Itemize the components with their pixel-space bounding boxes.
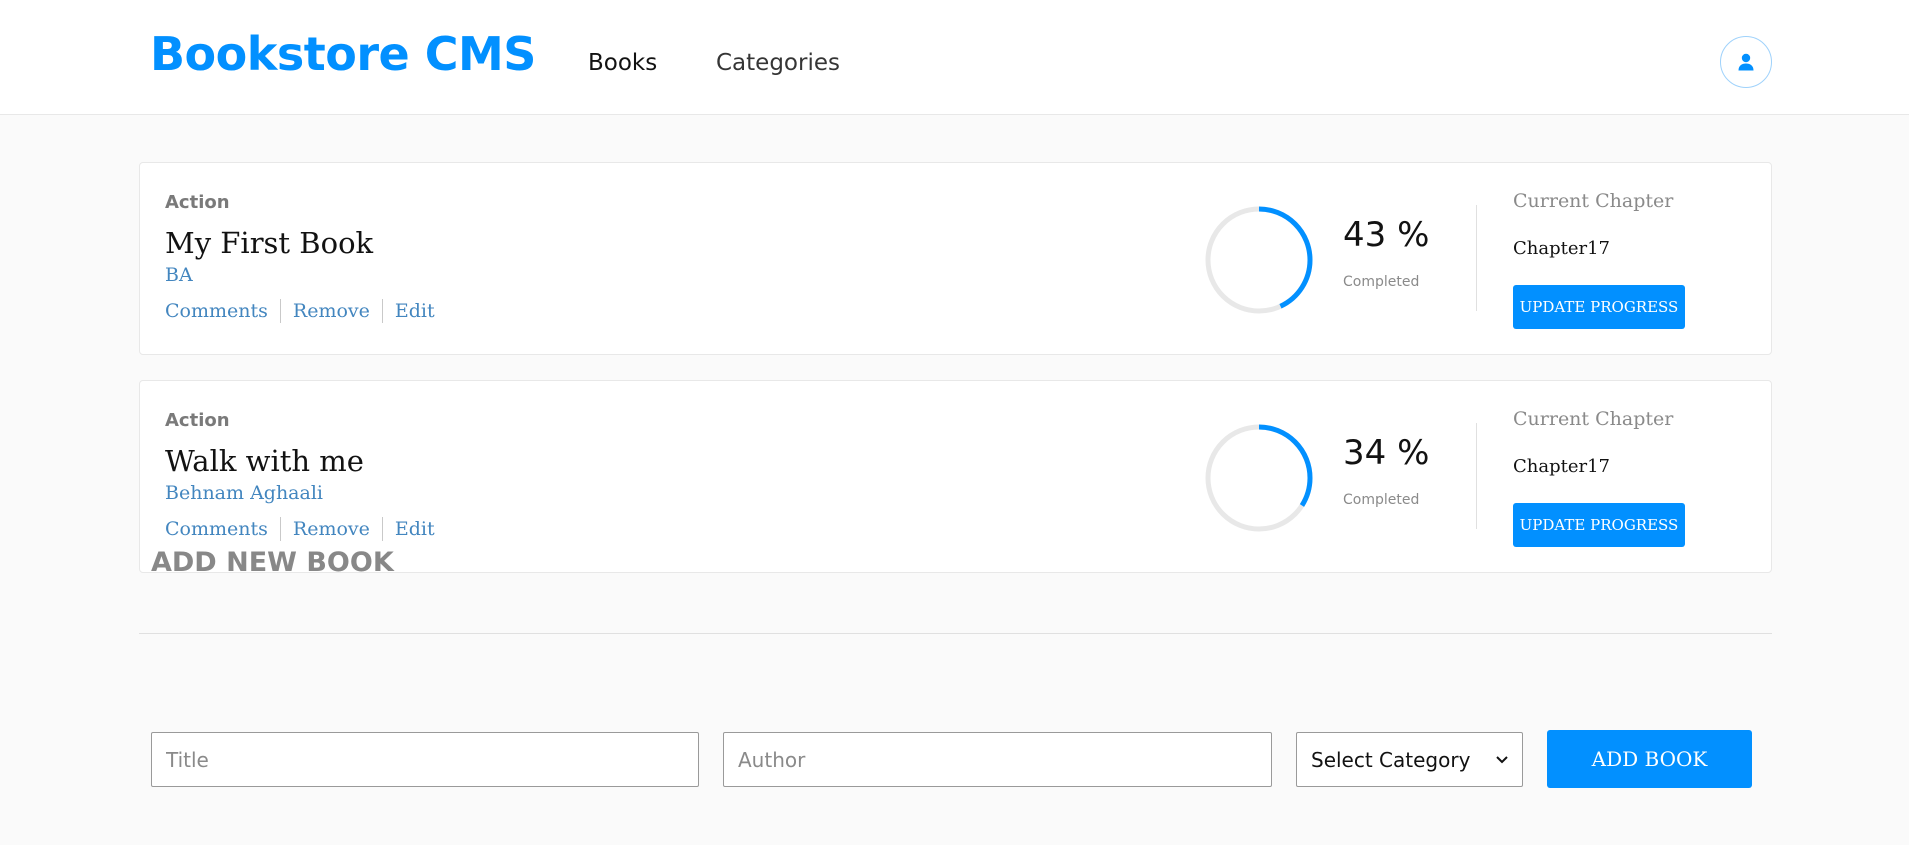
remove-button[interactable]: Remove (279, 517, 382, 541)
nav-books-link[interactable]: Books (588, 46, 657, 80)
progress-ring (1205, 424, 1313, 532)
book-card: Action My First Book BA Comments Remove … (139, 162, 1772, 355)
current-chapter-value: Chapter17 (1513, 238, 1611, 259)
book-author[interactable]: Behnam Aghaali (165, 481, 323, 505)
bookstore-page: Bookstore CMS Books Categories Action My… (0, 0, 1909, 853)
card-divider (1476, 423, 1477, 529)
update-progress-button[interactable]: UPDATE PROGRESS (1513, 503, 1685, 547)
book-genre: Action (165, 410, 230, 431)
book-title: Walk with me (165, 444, 364, 478)
comments-button[interactable]: Comments (165, 299, 280, 323)
comments-button[interactable]: Comments (165, 517, 280, 541)
completed-label: Completed (1343, 274, 1420, 290)
book-title: My First Book (165, 226, 374, 260)
add-book-button[interactable]: ADD BOOK (1547, 730, 1752, 788)
current-chapter-label: Current Chapter (1513, 190, 1674, 212)
progress-ring (1205, 206, 1313, 314)
add-book-heading: ADD NEW BOOK (151, 547, 394, 578)
current-chapter-label: Current Chapter (1513, 408, 1674, 430)
profile-button[interactable] (1720, 36, 1772, 88)
user-icon (1738, 53, 1754, 71)
author-input[interactable] (723, 732, 1272, 787)
edit-button[interactable]: Edit (381, 299, 447, 323)
section-divider (139, 633, 1772, 634)
header: Bookstore CMS Books Categories (0, 0, 1909, 115)
book-actions: Comments Remove Edit (165, 299, 447, 323)
book-genre: Action (165, 192, 230, 213)
chevron-down-icon (1496, 755, 1508, 763)
category-select-value: Select Category (1311, 747, 1471, 772)
nav-categories-link[interactable]: Categories (716, 46, 840, 80)
progress-percent: 43 % (1343, 215, 1430, 255)
card-divider (1476, 205, 1477, 311)
current-chapter-value: Chapter17 (1513, 456, 1611, 477)
remove-button[interactable]: Remove (279, 299, 382, 323)
book-actions: Comments Remove Edit (165, 517, 447, 541)
title-input[interactable] (151, 732, 699, 787)
category-select[interactable]: Select Category (1296, 732, 1523, 787)
completed-label: Completed (1343, 492, 1420, 508)
brand-logo[interactable]: Bookstore CMS (150, 24, 536, 84)
book-author[interactable]: BA (165, 263, 193, 287)
edit-button[interactable]: Edit (381, 517, 447, 541)
progress-percent: 34 % (1343, 433, 1430, 473)
update-progress-button[interactable]: UPDATE PROGRESS (1513, 285, 1685, 329)
